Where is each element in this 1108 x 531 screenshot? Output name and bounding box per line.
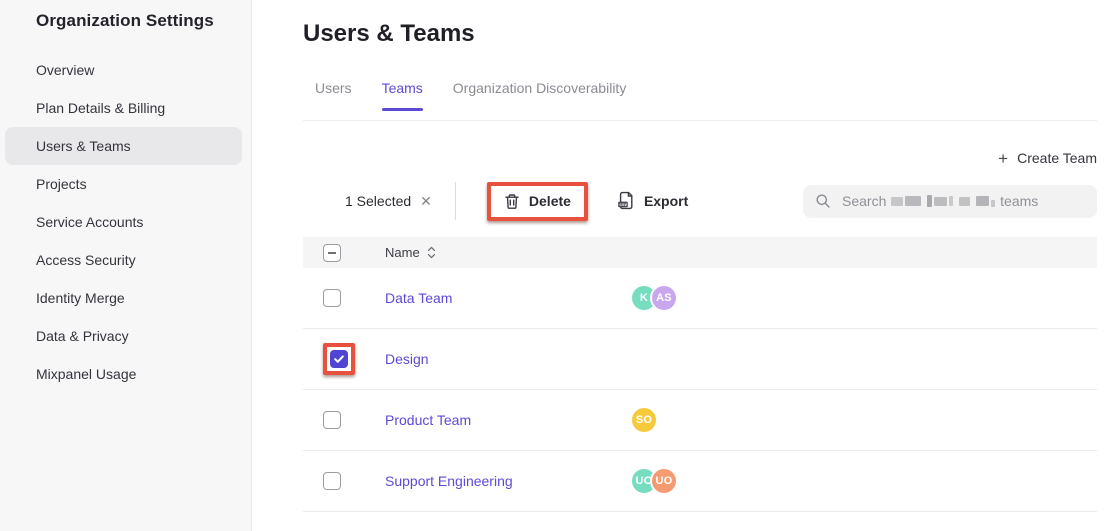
- table-header-row: Name: [303, 237, 1097, 268]
- trash-icon: [504, 193, 520, 210]
- team-name-link[interactable]: Design: [385, 351, 429, 367]
- tab-teams[interactable]: Teams: [382, 80, 423, 120]
- redacted-text: [959, 197, 970, 206]
- toolbar-divider: [455, 182, 456, 220]
- member-avatars: SO: [630, 406, 658, 434]
- table-row-product-team: Product Team SO: [303, 390, 1097, 451]
- annotation-box-checkbox: [323, 343, 355, 375]
- tab-organization-discoverability[interactable]: Organization Discoverability: [453, 80, 627, 120]
- sidebar-item-mixpanel-usage[interactable]: Mixpanel Usage: [5, 355, 242, 393]
- create-team-label: Create Team: [1017, 150, 1097, 166]
- export-button[interactable]: csv Export: [611, 184, 694, 218]
- row-checkbox[interactable]: [323, 472, 341, 490]
- csv-file-icon: csv: [617, 191, 635, 211]
- export-label: Export: [644, 193, 688, 209]
- sort-icon: [427, 246, 436, 259]
- clear-selection-icon[interactable]: ✕: [420, 193, 432, 210]
- page-title: Users & Teams: [303, 20, 1097, 48]
- row-checkbox[interactable]: [330, 350, 348, 368]
- redacted-text: [934, 197, 947, 206]
- team-name-link[interactable]: Product Team: [385, 412, 471, 428]
- redacted-text: [927, 195, 932, 207]
- selected-count: 1 Selected: [345, 193, 411, 209]
- redacted-text: [949, 196, 953, 206]
- teams-table: Name Data Team K AS: [303, 237, 1097, 512]
- sidebar-item-plan-details-billing[interactable]: Plan Details & Billing: [5, 89, 242, 127]
- delete-label: Delete: [529, 193, 571, 209]
- team-name-link[interactable]: Data Team: [385, 290, 452, 306]
- sidebar-item-overview[interactable]: Overview: [5, 51, 242, 89]
- annotation-box-delete: Delete: [487, 182, 588, 221]
- sidebar-item-users-teams[interactable]: Users & Teams: [5, 127, 242, 165]
- avatar: UO: [650, 467, 678, 495]
- plus-icon: +: [998, 150, 1008, 167]
- redacted-text: [976, 196, 989, 206]
- settings-sidebar: Organization Settings Overview Plan Deta…: [0, 0, 252, 531]
- search-icon: [815, 193, 831, 209]
- svg-text:csv: csv: [619, 202, 627, 207]
- check-icon: [333, 353, 345, 365]
- select-all-checkbox[interactable]: [323, 244, 341, 262]
- redacted-text: [905, 196, 921, 206]
- avatar: SO: [630, 406, 658, 434]
- table-row-design: Design: [303, 329, 1097, 390]
- team-name-link[interactable]: Support Engineering: [385, 473, 513, 489]
- tab-users[interactable]: Users: [315, 80, 352, 120]
- sidebar-item-access-security[interactable]: Access Security: [5, 241, 242, 279]
- avatar: AS: [650, 284, 678, 312]
- sidebar-item-data-privacy[interactable]: Data & Privacy: [5, 317, 242, 355]
- sidebar-item-identity-merge[interactable]: Identity Merge: [5, 279, 242, 317]
- search-placeholder: Search teams: [842, 193, 1038, 209]
- member-avatars: UO UO: [630, 467, 678, 495]
- sidebar-item-projects[interactable]: Projects: [5, 165, 242, 203]
- table-row-data-team: Data Team K AS: [303, 268, 1097, 329]
- create-team-button[interactable]: + Create Team: [998, 149, 1097, 167]
- redacted-text: [991, 200, 995, 207]
- redacted-text: [891, 197, 903, 206]
- main-content: Users & Teams Users Teams Organization D…: [253, 0, 1108, 531]
- table-row-support-engineering: Support Engineering UO UO: [303, 451, 1097, 512]
- delete-button[interactable]: Delete: [491, 186, 584, 217]
- row-checkbox[interactable]: [323, 289, 341, 307]
- member-avatars: K AS: [630, 284, 678, 312]
- search-input[interactable]: Search teams: [803, 185, 1097, 218]
- sidebar-item-service-accounts[interactable]: Service Accounts: [5, 203, 242, 241]
- sidebar-title: Organization Settings: [0, 0, 251, 31]
- row-checkbox[interactable]: [323, 411, 341, 429]
- sidebar-nav: Overview Plan Details & Billing Users & …: [0, 51, 251, 393]
- name-column-header[interactable]: Name: [385, 245, 436, 260]
- tab-bar: Users Teams Organization Discoverability: [303, 80, 1097, 121]
- selection-toolbar: 1 Selected ✕ Delete: [303, 181, 1097, 221]
